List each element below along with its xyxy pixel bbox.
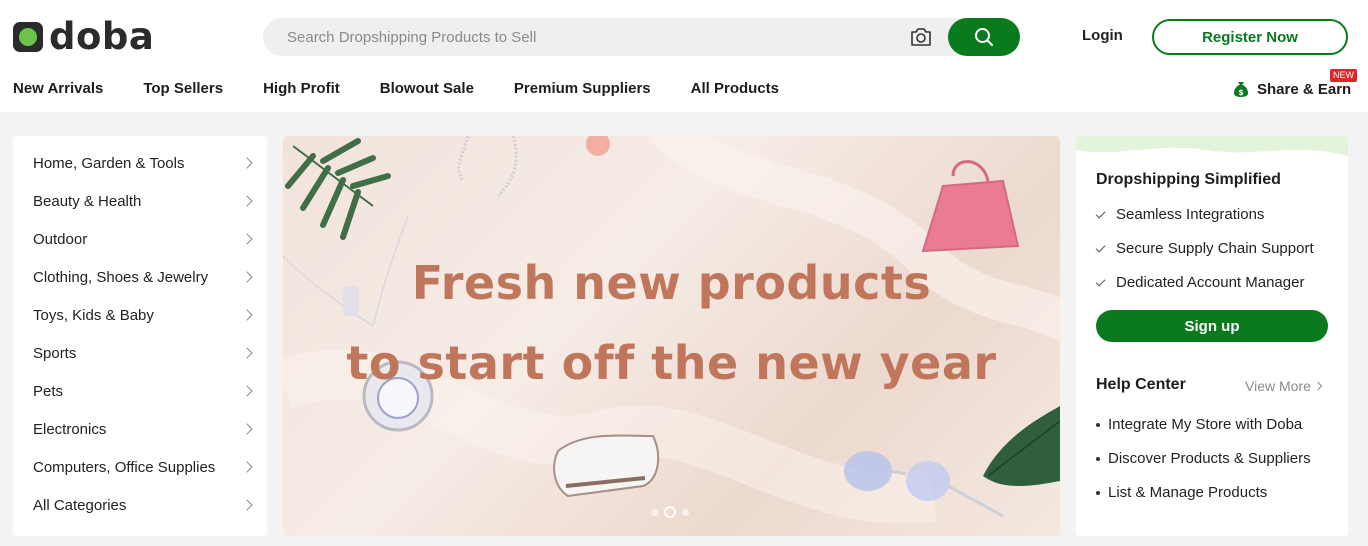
palm-leaf-bottom-right [983,406,1060,486]
search-input[interactable] [287,18,887,56]
carousel-dot[interactable] [682,508,689,516]
money-bag-icon: $ [1234,82,1248,97]
panel-title: Dropshipping Simplified [1096,171,1281,188]
category-label: Beauty & Health [33,192,142,210]
bullet [1096,422,1100,427]
carousel-dot[interactable] [651,508,658,516]
category-label: Clothing, Shoes & Jewelry [33,268,209,286]
search-bar [263,18,1020,56]
svg-text:$: $ [1238,88,1244,97]
login-link[interactable]: Login [1082,27,1123,44]
chevron-right-icon [241,423,253,435]
category-item[interactable]: Beauty & Health [13,182,267,220]
check-icon [1095,208,1106,218]
category-item[interactable]: All Categories [13,486,267,524]
bullet [1096,490,1100,495]
help-link-label: Discover Products & Suppliers [1108,450,1311,467]
help-link-label: Integrate My Store with Doba [1108,416,1303,433]
help-link[interactable]: Discover Products & Suppliers [1096,450,1311,467]
search-button[interactable] [948,18,1020,56]
chevron-right-icon [241,195,253,207]
nav-blowout-sale[interactable]: Blowout Sale [380,80,474,97]
help-link-label: List & Manage Products [1108,484,1268,501]
chevron-right-icon [241,309,253,321]
help-link[interactable]: Integrate My Store with Doba [1096,416,1302,433]
share-earn-label: Share & Earn [1257,80,1352,98]
feature-label: Dedicated Account Manager [1116,274,1305,291]
view-more-label: View More [1245,378,1311,394]
chevron-right-icon [241,461,253,473]
help-center-title: Help Center [1096,376,1186,393]
pink-handbag [921,160,1020,253]
check-icon [1095,242,1106,252]
view-more-link[interactable]: View More [1245,378,1323,394]
feature-label: Secure Supply Chain Support [1116,240,1314,257]
palm-leaf-top-left [285,138,391,240]
logo-text: doba [49,15,155,58]
category-label: Outdoor [33,230,88,248]
logo-mark-icon [13,22,43,52]
info-panel: Dropshipping Simplified Seamless Integra… [1076,136,1348,536]
nav-new-arrivals[interactable]: New Arrivals [13,80,103,97]
category-label: Computers, Office Supplies [33,458,216,476]
category-sidebar: Home, Garden & Tools Beauty & Health Out… [13,136,267,536]
chevron-right-icon [1313,381,1323,391]
new-badge: NEW [1330,69,1357,82]
banner-headline-line2: to start off the new year [346,336,997,390]
chevron-right-icon [241,157,253,169]
main-nav: New Arrivals Top Sellers High Profit Blo… [13,80,819,97]
sneaker [553,434,660,498]
earrings [457,136,518,198]
category-item[interactable]: Toys, Kids & Baby [13,296,267,334]
signup-button[interactable]: Sign up [1096,310,1328,342]
chevron-right-icon [241,271,253,283]
check-icon [1095,276,1106,286]
camera-icon[interactable] [909,26,933,48]
category-item[interactable]: Clothing, Shoes & Jewelry [13,258,267,296]
category-item[interactable]: Electronics [13,410,267,448]
category-item[interactable]: Pets [13,372,267,410]
chevron-right-icon [241,347,253,359]
bullet [1096,456,1100,461]
petal [586,136,610,156]
search-icon [975,28,993,46]
category-label: Toys, Kids & Baby [33,306,154,324]
nav-top-sellers[interactable]: Top Sellers [143,80,223,97]
category-label: Home, Garden & Tools [33,154,185,172]
feature-item: Seamless Integrations [1095,206,1265,223]
category-label: Pets [33,382,64,400]
category-label: Electronics [33,420,107,438]
feature-label: Seamless Integrations [1116,206,1265,223]
feature-item: Dedicated Account Manager [1095,274,1305,291]
chevron-right-icon [241,233,253,245]
carousel-dot-active[interactable] [664,506,676,518]
chevron-right-icon [241,385,253,397]
banner-headline-line1: Fresh new products [411,256,932,310]
hero-banner[interactable]: Fresh new products to start off the new … [283,136,1060,536]
carousel-dots [648,506,692,518]
panel-wave-decoration [1076,136,1348,156]
top-bar: doba Login Register Now New Arrivals Top… [0,0,1368,112]
nav-high-profit[interactable]: High Profit [263,80,340,97]
nav-premium-suppliers[interactable]: Premium Suppliers [514,80,651,97]
nav-all-products[interactable]: All Products [691,80,779,97]
chevron-right-icon [241,499,253,511]
logo[interactable]: doba [13,15,155,58]
register-button[interactable]: Register Now [1152,19,1348,55]
category-item[interactable]: Home, Garden & Tools [13,144,267,182]
category-label: All Categories [33,496,127,514]
category-item[interactable]: Computers, Office Supplies [13,448,267,486]
category-item[interactable]: Outdoor [13,220,267,258]
category-item[interactable]: Sports [13,334,267,372]
help-link[interactable]: List & Manage Products [1096,484,1267,501]
feature-item: Secure Supply Chain Support [1095,240,1314,257]
category-label: Sports [33,344,77,362]
share-earn-link[interactable]: $ Share & Earn [1233,80,1351,98]
